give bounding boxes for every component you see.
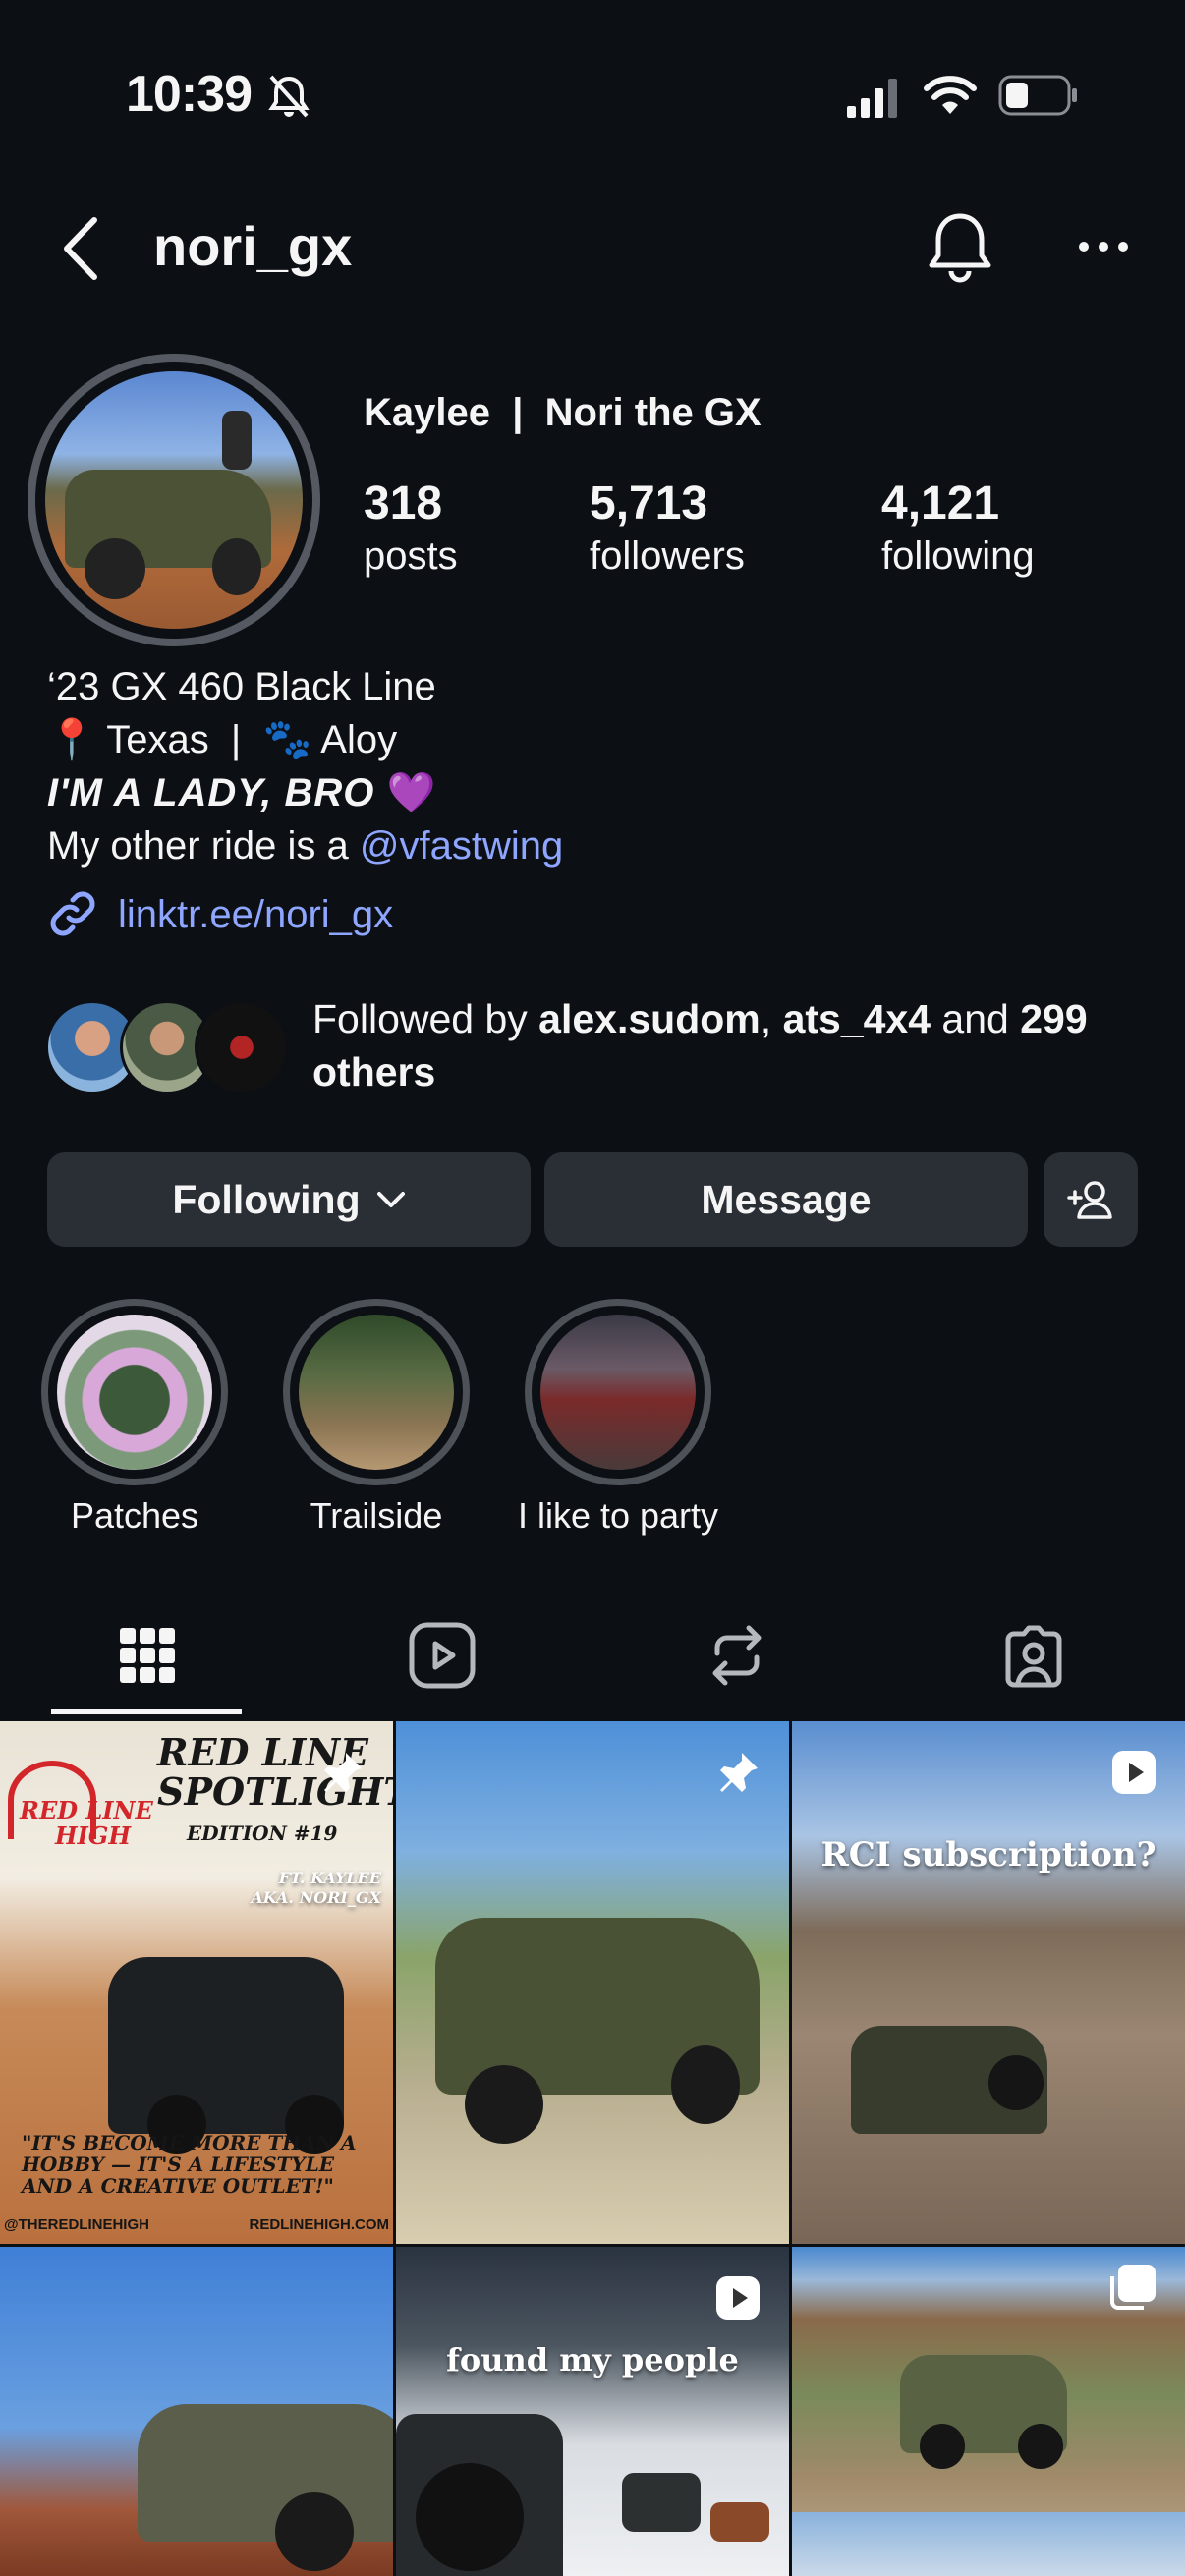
silent-mode-icon: [268, 75, 310, 118]
bio-line-2: 📍 Texas | 🐾 Aloy: [47, 713, 397, 766]
post-1-quote-line-2: HOBBY — IT'S A LIFESTYLE: [22, 2153, 334, 2176]
link-icon: [50, 891, 95, 936]
back-arrow-icon[interactable]: [61, 216, 100, 281]
paw-icon: 🐾: [262, 718, 312, 761]
bio-mention-link[interactable]: @vfastwing: [360, 824, 563, 868]
profile-display-name: Kaylee | Nori the GX: [364, 391, 762, 434]
reels-icon: [409, 1622, 476, 1689]
following-button[interactable]: Following: [47, 1152, 531, 1247]
message-button-label: Message: [701, 1176, 872, 1222]
followed-by-user-2: ats_4x4: [782, 996, 931, 1041]
tab-reels[interactable]: [393, 1611, 491, 1700]
post-1-feature: FT. KAYLEE AKA. NORI_GX: [0, 1869, 381, 1908]
pinned-icon: [720, 1753, 758, 1792]
post-1-handle: @THEREDLINEHIGH: [4, 2216, 149, 2233]
wifi-icon: [924, 76, 977, 114]
bio-tagline: I'M A LADY, BRO: [47, 771, 375, 814]
highlight-trailside-label: Trailside: [310, 1495, 443, 1536]
post-1-logo: RED LINE HIGH: [20, 1798, 153, 1849]
post-1-quote-line-1: "IT'S BECOME MORE THAN A: [22, 2131, 357, 2155]
carousel-icon: [1110, 2265, 1156, 2310]
pinned-icon: [324, 1753, 362, 1792]
highlight-trailside[interactable]: Trailside: [283, 1299, 470, 1536]
stat-followers-label: followers: [590, 534, 745, 578]
mutual-followers-avatars[interactable]: [45, 1000, 291, 1094]
followed-by-text[interactable]: Followed by alex.sudom, ats_4x4 and 299 …: [312, 992, 1157, 1098]
highlight-patches[interactable]: Patches: [41, 1299, 228, 1536]
followed-by-separator: ,: [760, 996, 783, 1041]
cellular-signal-icon: [847, 79, 897, 118]
bio-line-1: ‘23 GX 460 Black Line: [47, 665, 436, 708]
followed-by-user-1: alex.sudom: [538, 996, 761, 1041]
status-bar: 10:39: [0, 0, 1185, 196]
tab-grid[interactable]: [98, 1611, 197, 1700]
stat-following-label: following: [881, 534, 1035, 578]
tagged-person-icon: [1005, 1625, 1062, 1688]
post-4[interactable]: [0, 2247, 393, 2576]
highlight-trailside-cover: [299, 1315, 454, 1470]
stat-following[interactable]: 4,121 following: [881, 477, 1035, 582]
post-1-quote: "IT'S BECOME MORE THAN A HOBBY — IT'S A L…: [22, 2132, 356, 2197]
bio-line-3: I'M A LADY, BRO 💜: [47, 766, 436, 819]
post-1[interactable]: RED LINESPOTLIGHT! EDITION #19 FT. KAYLE…: [0, 1721, 393, 2244]
more-options-icon[interactable]: [1077, 238, 1130, 255]
stat-posts-value: 318: [364, 477, 443, 530]
suggested-users-button[interactable]: [1044, 1152, 1138, 1247]
reel-badge-icon: [716, 2276, 760, 2320]
followed-by-and: and: [931, 996, 1021, 1041]
profile-avatar[interactable]: [28, 354, 320, 646]
tab-tagged[interactable]: [985, 1611, 1083, 1700]
stat-posts[interactable]: 318 posts: [364, 477, 458, 582]
post-1-site: REDLINEHIGH.COM: [249, 2216, 390, 2233]
battery-icon: [998, 75, 1077, 116]
post-1-logo-line-2: HIGH: [55, 1821, 132, 1850]
highlight-i-like-to-party[interactable]: I like to party: [518, 1299, 718, 1536]
post-2[interactable]: [396, 1721, 789, 2244]
post-6[interactable]: [792, 2247, 1185, 2576]
bio-other-ride: My other ride is a: [47, 824, 360, 868]
post-1-feature-line-1: FT. KAYLEE: [278, 1869, 381, 1887]
stat-posts-label: posts: [364, 534, 458, 578]
post-5-caption: found my people: [446, 2341, 739, 2379]
stat-followers-value: 5,713: [590, 477, 708, 530]
profile-username: nori_gx: [153, 215, 353, 277]
tab-reposts[interactable]: [688, 1611, 786, 1700]
bio-line-4: My other ride is a @vfastwing: [47, 819, 563, 872]
notifications-bell-icon[interactable]: [926, 210, 994, 285]
active-tab-indicator: [51, 1709, 242, 1714]
bio-location: Texas |: [95, 718, 263, 761]
post-1-logo-line-1: RED LINE: [20, 1796, 153, 1824]
highlight-patches-label: Patches: [70, 1495, 199, 1536]
following-button-label: Following: [172, 1176, 361, 1222]
bio-external-link[interactable]: linktr.ee/nori_gx: [118, 888, 393, 941]
add-person-icon: [1067, 1181, 1112, 1219]
post-3-caption: RCI subscription?: [820, 1835, 1157, 1875]
highlight-party-cover: [540, 1315, 696, 1470]
stat-following-value: 4,121: [881, 477, 1000, 530]
post-1-feature-line-2: AKA. NORI_GX: [251, 1888, 381, 1907]
highlight-patches-cover: [57, 1315, 212, 1470]
mutual-avatar-3: [195, 1000, 289, 1094]
highlight-party-label: I like to party: [517, 1495, 719, 1536]
message-button[interactable]: Message: [544, 1152, 1028, 1247]
chevron-down-icon: [376, 1192, 405, 1207]
purple-heart-icon: 💜: [374, 771, 437, 814]
post-5[interactable]: found my people: [396, 2247, 789, 2576]
post-1-edition: EDITION #19: [187, 1821, 338, 1845]
post-3[interactable]: RCI subscription?: [792, 1721, 1185, 2244]
reel-badge-icon: [1112, 1751, 1156, 1794]
status-time: 10:39: [126, 66, 253, 123]
grid-icon: [120, 1628, 175, 1683]
repost-icon: [712, 1625, 762, 1686]
avatar-image: [45, 371, 303, 629]
followed-by-prefix: Followed by: [312, 996, 539, 1041]
stat-followers[interactable]: 5,713 followers: [590, 477, 745, 582]
bio-pet: Aloy: [311, 718, 398, 761]
post-1-quote-line-3: AND A CREATIVE OUTLET!": [22, 2174, 334, 2198]
pin-icon: 📍: [47, 718, 96, 761]
